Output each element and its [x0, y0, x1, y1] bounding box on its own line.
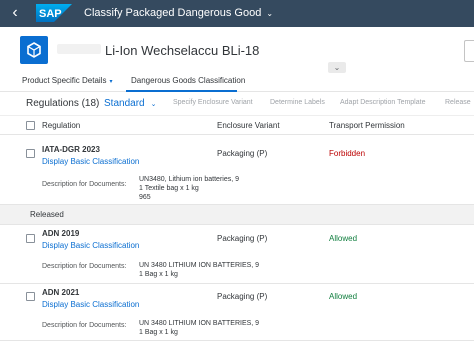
display-basic-classification-link[interactable]: Display Basic Classification: [42, 300, 139, 309]
description-line: 1 Textile bag x 1 kg: [139, 185, 199, 192]
object-title: Li-Ion Wechselaccu BLi-18: [105, 43, 260, 58]
description-value: UN 3480 LITHIUM ION BATTERIES, 9 1 Bag x…: [139, 319, 259, 337]
table-column-header: Regulation Enclosure Variant Transport P…: [0, 115, 474, 135]
description-line: 1 Bag x 1 kg: [139, 271, 178, 278]
column-enclosure-variant[interactable]: Enclosure Variant: [217, 121, 280, 130]
description-label: Description for Documents:: [42, 322, 127, 329]
column-transport-permission[interactable]: Transport Permission: [329, 121, 405, 130]
chevron-down-icon: ⌄: [333, 63, 341, 72]
group-label: Released: [30, 210, 64, 219]
group-header-released: Released: [0, 205, 474, 225]
variant-label: Standard: [104, 98, 145, 109]
description-line: UN 3480 LITHIUM ION BATTERIES, 9: [139, 320, 260, 327]
enclosure-variant: Packaging (P): [217, 234, 268, 243]
release-button[interactable]: Release: [445, 99, 471, 106]
redacted-text: [57, 44, 101, 54]
row-checkbox[interactable]: [26, 149, 35, 158]
select-all-checkbox[interactable]: [26, 121, 35, 130]
back-chevron-icon[interactable]: ‹: [4, 3, 26, 23]
regulation-code: IATA-DGR 2023: [42, 145, 100, 154]
display-basic-classification-link[interactable]: Display Basic Classification: [42, 157, 139, 166]
enclosure-variant: Packaging (P): [217, 292, 268, 301]
active-anchor-indicator: [126, 90, 237, 92]
enclosure-variant: Packaging (P): [217, 149, 268, 158]
header-action-button[interactable]: [464, 40, 474, 62]
transport-permission-status: Allowed: [329, 292, 358, 301]
chevron-down-icon: ⌄: [150, 101, 157, 108]
table-row[interactable]: ADN 2019 Display Basic Classification De…: [0, 225, 474, 284]
product-box-icon: [20, 36, 48, 64]
chevron-down-icon: ⌄: [266, 9, 274, 18]
sap-logo-text: SAP: [39, 8, 62, 20]
shell-bar: ‹ SAP Classify Packaged Dangerous Good ⌄: [0, 0, 474, 27]
specify-enclosure-variant-button[interactable]: Specify Enclosure Variant: [173, 99, 253, 106]
adapt-description-template-button[interactable]: Adapt Description Template: [340, 99, 425, 106]
table-row[interactable]: IATA-DGR 2023 Display Basic Classificati…: [0, 135, 474, 205]
app-title-menu[interactable]: Classify Packaged Dangerous Good ⌄: [84, 7, 273, 19]
table-title: Regulations (18): [26, 98, 100, 109]
transport-permission-status: Allowed: [329, 234, 358, 243]
sap-logo[interactable]: SAP: [36, 4, 72, 22]
description-line: UN 3480 LITHIUM ION BATTERIES, 9: [139, 262, 260, 269]
table-toolbar: Regulations (18) Standard ⌄ Specify Enclo…: [0, 93, 474, 115]
table-row[interactable]: ADN 2021 Display Basic Classification De…: [0, 284, 474, 341]
row-checkbox[interactable]: [26, 292, 35, 301]
description-label: Description for Documents:: [42, 263, 127, 270]
description-label: Description for Documents:: [42, 181, 127, 188]
anchor-label: Dangerous Goods Classification: [131, 76, 246, 85]
description-value: UN 3480 LITHIUM ION BATTERIES, 9 1 Bag x…: [139, 261, 259, 279]
display-basic-classification-link[interactable]: Display Basic Classification: [42, 241, 139, 250]
anchor-bar: Product Specific Details ▾ Dangerous Good…: [0, 72, 474, 92]
row-checkbox[interactable]: [26, 234, 35, 243]
anchor-label: Product Specific Details: [22, 76, 107, 85]
anchor-dangerous-goods-classification[interactable]: Dangerous Goods Classification: [131, 76, 245, 85]
description-line: UN3480, Lithium ion batteries, 9: [139, 176, 239, 183]
description-line: 965: [139, 194, 151, 201]
regulation-code: ADN 2019: [42, 229, 80, 238]
description-value: UN3480, Lithium ion batteries, 9 1 Texti…: [139, 175, 239, 202]
table-bottom: [0, 341, 474, 346]
determine-labels-button[interactable]: Determine Labels: [270, 99, 325, 106]
collapse-header-button[interactable]: ⌄: [328, 62, 346, 73]
anchor-product-specific-details[interactable]: Product Specific Details ▾: [22, 76, 113, 85]
variant-management[interactable]: Standard ⌄: [104, 98, 156, 109]
chevron-down-icon: ▾: [109, 79, 113, 85]
column-regulation[interactable]: Regulation: [42, 121, 80, 130]
app-title: Classify Packaged Dangerous Good: [84, 7, 262, 19]
transport-permission-status: Forbidden: [329, 149, 366, 158]
description-line: 1 Bag x 1 kg: [139, 329, 178, 336]
regulation-code: ADN 2021: [42, 288, 80, 297]
